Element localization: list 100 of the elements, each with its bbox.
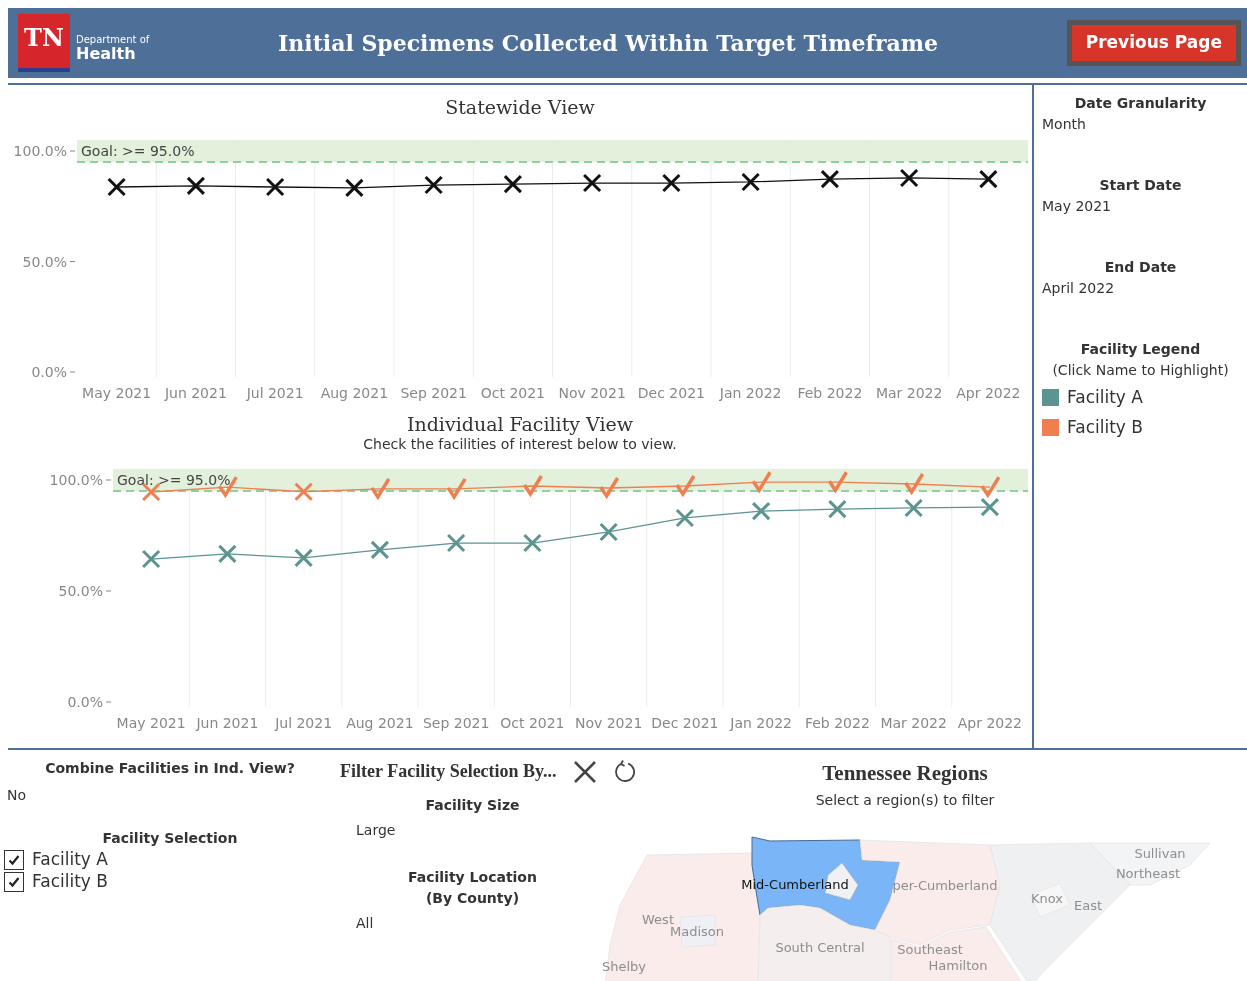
x-axis-label: Dec 2021 bbox=[651, 715, 719, 732]
map-hint: Select a region(s) to filter bbox=[814, 790, 996, 810]
cross-marker bbox=[523, 534, 542, 553]
x-axis-label: Jun 2021 bbox=[164, 384, 227, 401]
region-label: Shelby bbox=[602, 958, 646, 974]
check-marker bbox=[980, 476, 1001, 499]
cross-marker bbox=[294, 549, 313, 568]
x-axis-label: Aug 2021 bbox=[346, 715, 414, 732]
x-axis-label: Sep 2021 bbox=[400, 384, 467, 401]
x-axis-label: Mar 2022 bbox=[880, 715, 947, 732]
x-axis-label: Nov 2021 bbox=[574, 715, 643, 732]
cross-marker bbox=[370, 541, 389, 560]
filter-title: Filter Facility Selection By... bbox=[340, 760, 557, 783]
cross-marker bbox=[900, 168, 919, 187]
x-axis-label: Jan 2022 bbox=[719, 384, 782, 401]
check-marker bbox=[446, 478, 467, 501]
region-label: Southeast bbox=[897, 941, 963, 957]
region-label: East bbox=[1073, 897, 1103, 913]
x-axis-label: Dec 2021 bbox=[637, 384, 705, 401]
cross-marker bbox=[447, 534, 466, 553]
check-marker bbox=[370, 478, 391, 501]
x-axis-label: Apr 2022 bbox=[957, 715, 1023, 732]
x-axis-label: Jan 2022 bbox=[730, 715, 792, 732]
check-marker bbox=[522, 475, 543, 498]
cross-marker bbox=[820, 169, 839, 188]
x-axis-label: Jul 2021 bbox=[246, 384, 304, 401]
x-axis-label: Oct 2021 bbox=[480, 384, 545, 401]
x-axis-label: Oct 2021 bbox=[500, 715, 565, 732]
logo-mark: TN bbox=[18, 14, 70, 72]
cross-marker bbox=[980, 498, 999, 517]
chart-title: Statewide View bbox=[444, 95, 596, 120]
cross-marker bbox=[904, 499, 923, 518]
x-axis-label: Jul 2021 bbox=[275, 715, 333, 732]
chart-subtitle: Check the facilities of interest below to view. bbox=[362, 435, 678, 455]
reset-icon[interactable] bbox=[612, 759, 637, 784]
x-axis-label: May 2021 bbox=[82, 384, 152, 401]
cross-marker bbox=[599, 523, 618, 542]
logo-subtitle: Department of bbox=[76, 35, 150, 46]
filter-label: Combine Facilities in Ind. View? bbox=[44, 759, 296, 778]
x-axis-label: Jun 2021 bbox=[196, 715, 259, 732]
cross-marker bbox=[979, 169, 998, 188]
filter-value[interactable]: May 2021 bbox=[1034, 196, 1247, 217]
clear-icon[interactable] bbox=[572, 759, 597, 784]
cross-marker bbox=[218, 545, 237, 564]
cross-marker bbox=[583, 173, 602, 192]
filter-label: Facility Location (By County) bbox=[407, 868, 538, 908]
check-marker bbox=[599, 477, 620, 500]
cross-marker bbox=[503, 174, 522, 193]
x-axis-label: Mar 2022 bbox=[875, 384, 943, 401]
cross-marker bbox=[294, 483, 313, 502]
y-axis-label: 50.0% bbox=[22, 253, 67, 269]
cross-marker bbox=[741, 172, 760, 191]
y-axis-label: 50.0% bbox=[58, 583, 103, 600]
x-axis-label: Apr 2022 bbox=[956, 384, 1021, 401]
cross-marker bbox=[345, 178, 364, 197]
cross-marker bbox=[142, 483, 161, 502]
goal-label: Goal: >= 95.0% bbox=[81, 142, 195, 159]
logo-title: Health bbox=[76, 45, 137, 63]
region-label: per-Cumberland bbox=[892, 877, 998, 893]
x-axis-label: Feb 2022 bbox=[797, 384, 863, 401]
cross-marker bbox=[662, 173, 681, 192]
cross-marker bbox=[752, 502, 771, 521]
filter-value[interactable]: All bbox=[340, 909, 605, 934]
filter-label: Facility Size bbox=[424, 796, 521, 815]
x-axis-label: Aug 2021 bbox=[320, 384, 389, 401]
cross-marker bbox=[266, 177, 285, 196]
cross-marker bbox=[828, 500, 847, 519]
check-marker bbox=[675, 475, 696, 498]
region-label: South Central bbox=[775, 939, 865, 955]
filter-label: End Date bbox=[1103, 258, 1178, 277]
region-label: Northeast bbox=[1115, 865, 1181, 881]
previous-page-button[interactable]: Previous Page bbox=[1071, 25, 1236, 61]
cross-marker bbox=[675, 509, 694, 528]
x-axis-label: May 2021 bbox=[116, 715, 186, 732]
filter-value[interactable]: Month bbox=[1034, 114, 1247, 135]
check-marker bbox=[827, 471, 848, 494]
page-title: Initial Specimens Collected Within Target Timeframe bbox=[277, 28, 940, 58]
legend-hint: (Click Name to Highlight) bbox=[1051, 361, 1230, 380]
legend-item[interactable]: Facility B bbox=[1067, 414, 1143, 440]
check-marker bbox=[904, 473, 925, 496]
filter-label: Start Date bbox=[1098, 176, 1183, 195]
y-axis-label: 100.0% bbox=[49, 472, 103, 489]
region-label: Sullivan bbox=[1134, 845, 1186, 861]
check-marker bbox=[751, 471, 772, 494]
filter-value[interactable]: Large bbox=[340, 816, 605, 841]
y-axis-label: 0.0% bbox=[31, 363, 67, 380]
goal-label: Goal: >= 95.0% bbox=[117, 472, 231, 489]
y-axis-label: 0.0% bbox=[67, 694, 103, 711]
x-axis-label: Sep 2021 bbox=[422, 715, 490, 732]
filter-value[interactable]: No bbox=[0, 779, 340, 806]
x-axis-label: Feb 2022 bbox=[804, 715, 870, 732]
legend-item[interactable]: Facility A bbox=[1067, 385, 1143, 411]
filter-value[interactable]: April 2022 bbox=[1034, 278, 1247, 299]
chart-title: Individual Facility View bbox=[405, 413, 635, 435]
filter-label: Date Granularity bbox=[1073, 94, 1208, 113]
filter-label: Facility Selection bbox=[101, 829, 239, 848]
cross-marker bbox=[107, 177, 126, 196]
legend-title: Facility Legend bbox=[1079, 340, 1202, 359]
y-axis-label: 100.0% bbox=[13, 142, 67, 159]
x-axis-label: Nov 2021 bbox=[558, 384, 626, 401]
